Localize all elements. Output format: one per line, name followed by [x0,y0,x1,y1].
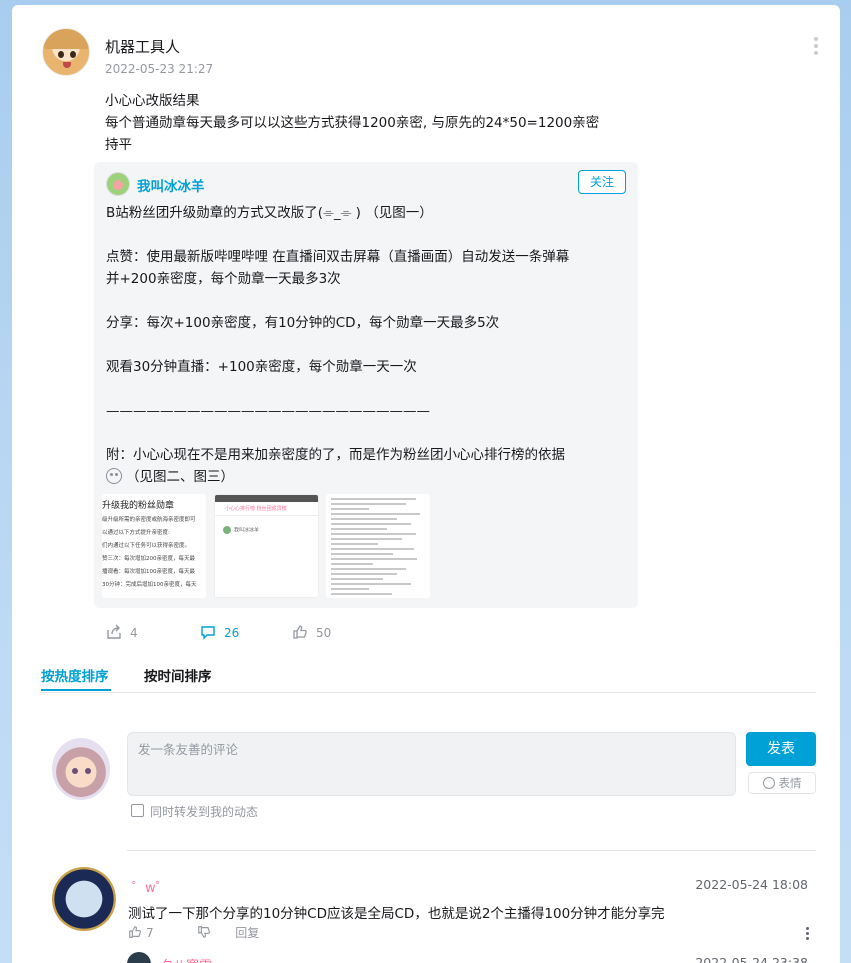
forwarded-post[interactable]: 我叫冰冰羊 关注 B站粉丝团升级勋章的方式又改版了(⌯_⌯ ) （见图一） 点赞… [94,162,638,608]
share-button[interactable]: 4 [106,624,138,640]
thumb2-row: 我叫冰冰羊 [215,516,318,544]
comment-icon [201,626,215,640]
forward-line: 分享：每次+100亲密度，有10分钟的CD，每个勋章一天最多5次 [106,315,500,331]
forward-line: ———————————————————————— [106,403,430,419]
thumbnail-1[interactable]: 升级我的粉丝勋章 级升级所需的亲密度或航海亲密度即可 以通过以下方式提升亲密度:… [102,494,206,598]
forward-line: 附：小心心现在不是用来加亲密度的了，而是作为粉丝团小心心排行榜的依据 [106,447,565,463]
thumb1-line: 播观看：每次增加100亲密度，每天最 [102,569,195,575]
reply-avatar[interactable] [127,952,151,963]
forward-line [106,422,626,444]
thumbnail-3[interactable] [326,494,430,598]
forward-last-text: （见图二、图三） [126,469,234,485]
emoji-face-icon [106,468,122,484]
reply-button[interactable]: 回复 [235,926,259,940]
smile-icon [762,777,775,789]
comment-dislike-button[interactable] [197,926,211,940]
submit-comment-button[interactable]: 发表 [746,732,816,766]
thumb2-tabs: 小心心排行榜 粉丝团成员榜 [215,502,318,516]
comment-time: 2022-05-24 18:08 [695,877,808,892]
more-menu-icon[interactable] [814,37,820,55]
follow-button[interactable]: 关注 [578,170,626,194]
forward-line [106,224,626,246]
like-button[interactable]: 50 [292,624,331,640]
forward-line: 观看30分钟直播：+100亲密度，每个勋章一天一次 [106,359,417,375]
divider [41,692,816,693]
comment-button[interactable]: 26 [200,624,239,640]
thumb1-line: 们内通过以下任务可以获得亲密度。 [102,543,191,549]
forward-author-avatar[interactable] [106,172,130,196]
share-icon [107,624,121,639]
comment-text: 测试了一下那个分享的10分钟CD应该是全局CD，也就是说2个主播得100分钟才能… [128,906,665,922]
post-time: 2022-05-23 21:27 [105,62,214,76]
comment-actions: 7 回复 [128,924,279,941]
thumb1-line: 赞三次：每次增加200亲密度，每天最 [102,556,195,562]
thumb1-line: 以通过以下方式提升亲密度: [102,530,170,536]
post-line: 每个普通勋章每天最多可以以这些方式获得1200亲密, 与原先的24*50=120… [105,115,600,131]
thumbs-up-icon [293,625,307,639]
image-thumbnails: 升级我的粉丝勋章 级升级所需的亲密度或航海亲密度即可 以通过以下方式提升亲密度:… [102,494,502,600]
thumb1-line: 30分钟：完成后增加100亲密度，每天 [102,582,197,588]
share-count: 4 [130,626,138,640]
forward-line [106,334,626,356]
forward-line-last: （见图二、图三） [106,466,626,488]
active-tab-indicator [41,689,111,691]
forward-line [106,378,626,400]
thumb1-title: 升级我的粉丝勋章 [102,501,175,511]
forward-line [106,290,626,312]
comment-like-button[interactable]: 7 [128,926,174,940]
comment-more-icon[interactable] [806,927,810,941]
divider [127,850,816,851]
post-line: 持平 [105,137,132,153]
dynamic-card: 机器工具人 2022-05-23 21:27 小心心改版结果 每个普通勋章每天最… [12,5,840,963]
forward-content: B站粉丝团升级勋章的方式又改版了(⌯_⌯ ) （见图一） 点赞：使用最新版哔哩哔… [106,202,626,488]
like-count: 50 [316,626,332,640]
comment-count: 26 [224,626,240,640]
forward-line: 并+200亲密度，每个勋章一天最多3次 [106,271,341,287]
commenter-name[interactable]: ゜w゜ [132,877,169,896]
author-avatar[interactable] [42,28,90,76]
sync-checkbox[interactable] [131,804,144,817]
forward-author-name[interactable]: 我叫冰冰羊 [137,175,205,195]
thumbs-down-icon [198,926,211,938]
reply-time: 2022-05-24 23:38 [695,955,808,963]
post-line: 小心心改版结果 [105,93,200,109]
post-content: 小心心改版结果 每个普通勋章每天最多可以以这些方式获得1200亲密, 与原先的2… [105,90,645,156]
sort-by-time-tab[interactable]: 按时间排序 [144,665,212,685]
sort-by-hot-tab[interactable]: 按热度排序 [41,665,109,685]
author-name[interactable]: 机器工具人 [105,36,180,57]
thumb1-line: 级升级所需的亲密度或航海亲密度即可 [102,517,196,523]
thumbs-up-icon [129,926,141,938]
thumbnail-2[interactable]: 小心心排行榜 粉丝团成员榜 我叫冰冰羊 [214,494,319,598]
emoji-button[interactable]: 表情 [748,772,816,794]
my-avatar [52,738,110,800]
sync-checkbox-label[interactable]: 同时转发到我的动态 [150,803,258,820]
forward-line: B站粉丝团升级勋章的方式又改版了(⌯_⌯ ) （见图一） [106,205,433,221]
forward-line: 点赞：使用最新版哔哩哔哩 在直播间双击屏幕（直播画面）自动发送一条弹幕 [106,249,570,265]
reply-name[interactable]: 夕八寒雪 [160,955,212,963]
comment-input[interactable]: 发一条友善的评论 [127,732,736,796]
commenter-avatar[interactable] [52,867,116,931]
